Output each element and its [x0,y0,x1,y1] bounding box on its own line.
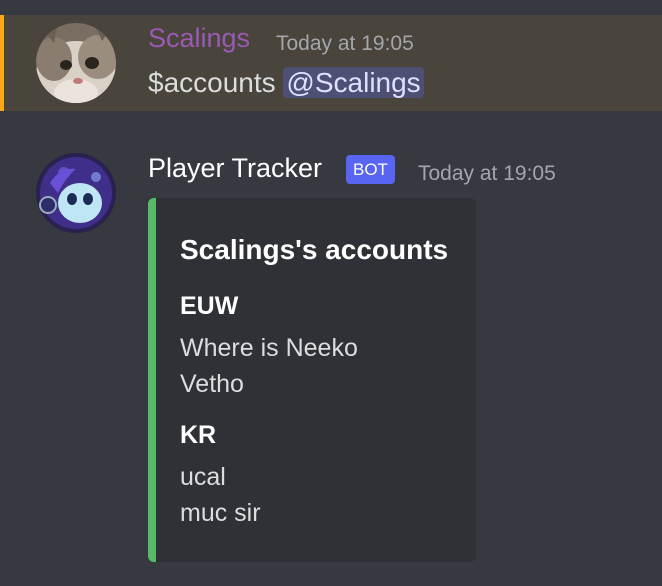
field-name: EUW [180,292,239,320]
bot-tag-badge: BOT [346,155,395,184]
field-value: Vetho [180,370,244,398]
field-value: Where is Neeko [180,334,358,362]
user-message: Scalings Today at 19:05 $accounts @Scali… [0,15,662,111]
field-name: KR [180,421,217,449]
embed-accent-bar [148,198,156,562]
user-mention[interactable]: @Scalings [283,67,424,98]
embed-title: Scalings's accounts [180,234,449,265]
embed-field-euw: EUW Where is Neeko Vetho [180,292,358,402]
bot-message: Player Tracker BOT Today at 19:05 Scalin… [0,143,662,573]
timestamp: Today at 19:05 [276,32,414,55]
embed-field-kr: KR ucal muc sir [180,421,261,531]
field-value: ucal [180,463,226,491]
field-value: muc sir [180,499,261,527]
command-text: $accounts [148,67,276,98]
accounts-embed: Scalings's accounts EUW Where is Neeko V… [148,198,476,562]
mention-highlight-bar [0,15,4,111]
timestamp: Today at 19:05 [418,162,556,185]
message-content: $accounts @Scalings [148,67,424,99]
cat-avatar-icon[interactable] [36,23,116,103]
bot-username[interactable]: Player Tracker [148,153,322,184]
neeko-avatar-icon[interactable] [36,153,116,233]
username[interactable]: Scalings [148,23,250,54]
